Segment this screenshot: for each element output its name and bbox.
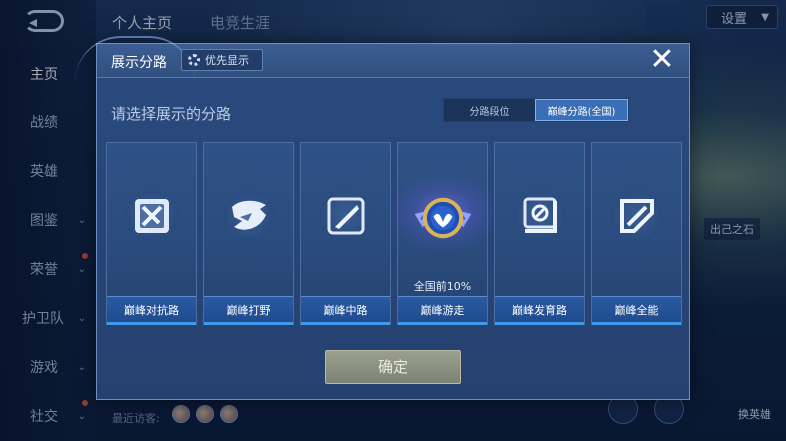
roam-wing-badge-icon: [414, 197, 472, 239]
jungle-dragon-icon: [232, 200, 266, 230]
lane-card-clash[interactable]: 巅峰对抗路: [106, 142, 197, 325]
lane-card-label: 巅峰游走: [398, 296, 487, 324]
lane-display-dialog: 展示分路 优先显示 ✕ 请选择展示的分路 分路段位 巅峰分路(全国) 巅峰对抗路: [75, 36, 690, 400]
lane-card-label: 巅峰全能: [592, 296, 681, 324]
confirm-button[interactable]: 确定: [325, 350, 461, 384]
dialog-title: 展示分路: [111, 55, 167, 71]
card-accent-line: [592, 322, 681, 325]
card-accent-line: [204, 322, 293, 325]
farm-lane-icon: [523, 197, 557, 233]
card-accent-line: [398, 322, 487, 325]
card-accent-line: [301, 322, 390, 325]
close-icon[interactable]: ✕: [649, 45, 675, 75]
mid-lane-icon: [327, 197, 365, 235]
lane-card-label: 巅峰对抗路: [107, 296, 196, 324]
tab-lane-rank[interactable]: 分路段位: [444, 99, 535, 121]
all-round-icon: [620, 199, 654, 233]
lane-tab-group: 分路段位 巅峰分路(全国): [443, 98, 629, 122]
lane-card-jungle[interactable]: 巅峰打野: [203, 142, 294, 325]
priority-display-label: 优先显示: [205, 54, 249, 67]
lane-card-label: 巅峰中路: [301, 296, 390, 324]
clash-lane-icon: [135, 199, 169, 233]
priority-display-button[interactable]: 优先显示: [181, 49, 263, 71]
lane-card-all-round[interactable]: 巅峰全能: [591, 142, 682, 325]
lane-card-label: 巅峰发育路: [495, 296, 584, 324]
tab-peak-lane-national[interactable]: 巅峰分路(全国): [535, 99, 628, 121]
lane-card-farm[interactable]: 巅峰发育路: [494, 142, 585, 325]
card-accent-line: [495, 322, 584, 325]
section-title: 请选择展示的分路: [111, 105, 232, 123]
lane-card-label: 巅峰打野: [204, 296, 293, 324]
lane-card-roam[interactable]: 全国前10% 巅峰游走: [388, 142, 500, 325]
rank-badge-text: 全国前10%: [413, 280, 472, 293]
gear-icon: [188, 54, 200, 66]
lane-card-mid[interactable]: 巅峰中路: [300, 142, 391, 325]
dialog-header: 展示分路 优先显示 ✕: [75, 36, 689, 78]
card-accent-line: [107, 322, 196, 325]
